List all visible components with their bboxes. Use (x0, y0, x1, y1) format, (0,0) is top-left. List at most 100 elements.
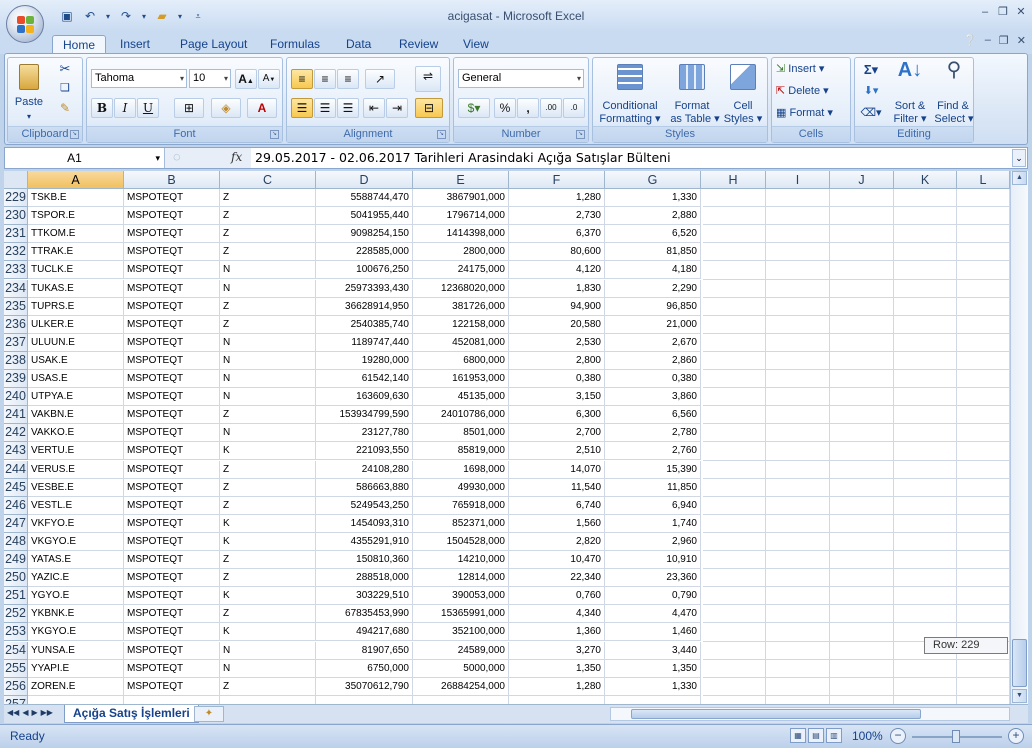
cell-e[interactable]: 3867901,000 (413, 189, 509, 208)
cell-b[interactable]: MSPOTEQT (124, 315, 220, 334)
cell-c[interactable]: K (220, 532, 316, 551)
cell-g[interactable]: 3,860 (605, 388, 701, 407)
cell-b[interactable]: MSPOTEQT (124, 279, 220, 298)
cell-f[interactable] (509, 695, 605, 704)
row-header[interactable]: 236 (4, 315, 28, 334)
cell-g[interactable]: 4,180 (605, 261, 701, 280)
column-header-f[interactable]: F (509, 171, 605, 189)
cell-a[interactable]: VKFYO.E (28, 514, 124, 533)
row-header[interactable]: 246 (4, 496, 28, 515)
cell-d[interactable]: 25973393,430 (316, 279, 413, 298)
close-icon[interactable]: ✕ (1014, 5, 1028, 19)
font-name-combo[interactable]: Tahoma ▾ (91, 69, 187, 88)
conditional-formatting-button[interactable]: Conditional Formatting ▾ (597, 62, 663, 125)
column-header-a[interactable]: A (28, 171, 124, 189)
cell-f[interactable]: 20,580 (509, 315, 605, 334)
cell-e[interactable]: 49930,000 (413, 478, 509, 497)
cell-f[interactable]: 2,510 (509, 442, 605, 461)
row-header[interactable]: 256 (4, 677, 28, 696)
cell-b[interactable]: MSPOTEQT (124, 189, 220, 208)
borders-icon[interactable]: ⊞ (174, 98, 204, 118)
cell-b[interactable]: MSPOTEQT (124, 677, 220, 696)
cell-f[interactable]: 2,700 (509, 424, 605, 443)
bold-icon[interactable]: B (91, 98, 113, 118)
tab-insert[interactable]: Insert (110, 35, 160, 54)
cell-c[interactable]: Z (220, 225, 316, 244)
cell-c[interactable]: K (220, 514, 316, 533)
cell-b[interactable]: MSPOTEQT (124, 496, 220, 515)
cell-c[interactable] (220, 695, 316, 704)
cell-c[interactable]: K (220, 623, 316, 642)
cell-d[interactable]: 81907,650 (316, 641, 413, 660)
cell-a[interactable]: YUNSA.E (28, 641, 124, 660)
cell-b[interactable]: MSPOTEQT (124, 659, 220, 678)
cell-d[interactable]: 6750,000 (316, 659, 413, 678)
cell-a[interactable]: USAK.E (28, 351, 124, 370)
number-launcher-icon[interactable]: ↘ (576, 130, 585, 139)
cell-a[interactable]: ULKER.E (28, 315, 124, 334)
cell-c[interactable]: Z (220, 297, 316, 316)
cell-g[interactable]: 6,560 (605, 406, 701, 425)
formula-input[interactable]: 29.05.2017 - 02.06.2017 Tarihleri Arasin… (255, 148, 671, 168)
cell-b[interactable] (124, 695, 220, 704)
row-header[interactable]: 233 (4, 261, 28, 280)
vertical-scroll-thumb[interactable] (1012, 639, 1027, 687)
cell-d[interactable]: 24108,280 (316, 460, 413, 479)
format-cells-button[interactable]: ▦ Format ▾ (776, 107, 850, 123)
cell-a[interactable]: YGYO.E (28, 587, 124, 606)
cell-b[interactable]: MSPOTEQT (124, 207, 220, 226)
column-header-c[interactable]: C (220, 171, 316, 189)
cell-e[interactable]: 1698,000 (413, 460, 509, 479)
row-header[interactable]: 235 (4, 297, 28, 316)
clear-icon[interactable]: ⌫▾ (859, 107, 883, 123)
cell-c[interactable]: Z (220, 243, 316, 262)
tab-data[interactable]: Data (336, 35, 381, 54)
cell-d[interactable]: 36628914,950 (316, 297, 413, 316)
cell-e[interactable]: 2800,000 (413, 243, 509, 262)
cell-b[interactable]: MSPOTEQT (124, 514, 220, 533)
merge-center-icon[interactable]: ⊟ (415, 98, 443, 118)
fill-color-icon[interactable]: ◈ (211, 98, 241, 118)
insert-cells-button[interactable]: ⇲ Insert ▾ (776, 63, 846, 79)
cell-g[interactable]: 1,460 (605, 623, 701, 642)
increase-indent-icon[interactable]: ⇥ (386, 98, 408, 118)
cell-e[interactable]: 15365991,000 (413, 605, 509, 624)
cell-b[interactable]: MSPOTEQT (124, 623, 220, 642)
cell-a[interactable]: VESTL.E (28, 496, 124, 515)
cell-d[interactable]: 228585,000 (316, 243, 413, 262)
font-launcher-icon[interactable]: ↘ (270, 130, 279, 139)
tab-review[interactable]: Review (389, 35, 448, 54)
cell-b[interactable]: MSPOTEQT (124, 406, 220, 425)
cell-a[interactable]: TSPOR.E (28, 207, 124, 226)
cell-f[interactable]: 1,350 (509, 659, 605, 678)
find-select-button[interactable]: ⚲ Find & Select ▾ (933, 60, 973, 125)
cell-c[interactable]: Z (220, 189, 316, 208)
cell-b[interactable]: MSPOTEQT (124, 460, 220, 479)
cell-d[interactable]: 1454093,310 (316, 514, 413, 533)
column-header-g[interactable]: G (605, 171, 701, 189)
align-left-icon[interactable]: ☰ (291, 98, 313, 118)
cell-f[interactable]: 1,360 (509, 623, 605, 642)
cell-c[interactable]: Z (220, 478, 316, 497)
cell-e[interactable]: 12368020,000 (413, 279, 509, 298)
row-header[interactable]: 234 (4, 279, 28, 298)
cell-f[interactable]: 94,900 (509, 297, 605, 316)
cell-a[interactable]: USAS.E (28, 370, 124, 389)
tab-home[interactable]: Home (52, 35, 107, 54)
name-box[interactable]: A1 ▾ (5, 148, 165, 168)
cell-b[interactable]: MSPOTEQT (124, 424, 220, 443)
cell-e[interactable]: 161953,000 (413, 370, 509, 389)
row-header[interactable]: 232 (4, 243, 28, 262)
cell-b[interactable]: MSPOTEQT (124, 333, 220, 352)
column-header-k[interactable]: K (894, 171, 957, 189)
cell-e[interactable]: 765918,000 (413, 496, 509, 515)
cell-c[interactable]: N (220, 261, 316, 280)
cell-e[interactable]: 5000,000 (413, 659, 509, 678)
zoom-slider-knob[interactable] (952, 730, 960, 743)
cell-g[interactable]: 6,520 (605, 225, 701, 244)
cell-f[interactable]: 6,370 (509, 225, 605, 244)
insert-sheet-icon[interactable]: ✦ (194, 706, 224, 722)
copy-icon[interactable]: ❏ (56, 82, 74, 98)
cell-d[interactable]: 153934799,590 (316, 406, 413, 425)
row-header[interactable]: 249 (4, 551, 28, 570)
